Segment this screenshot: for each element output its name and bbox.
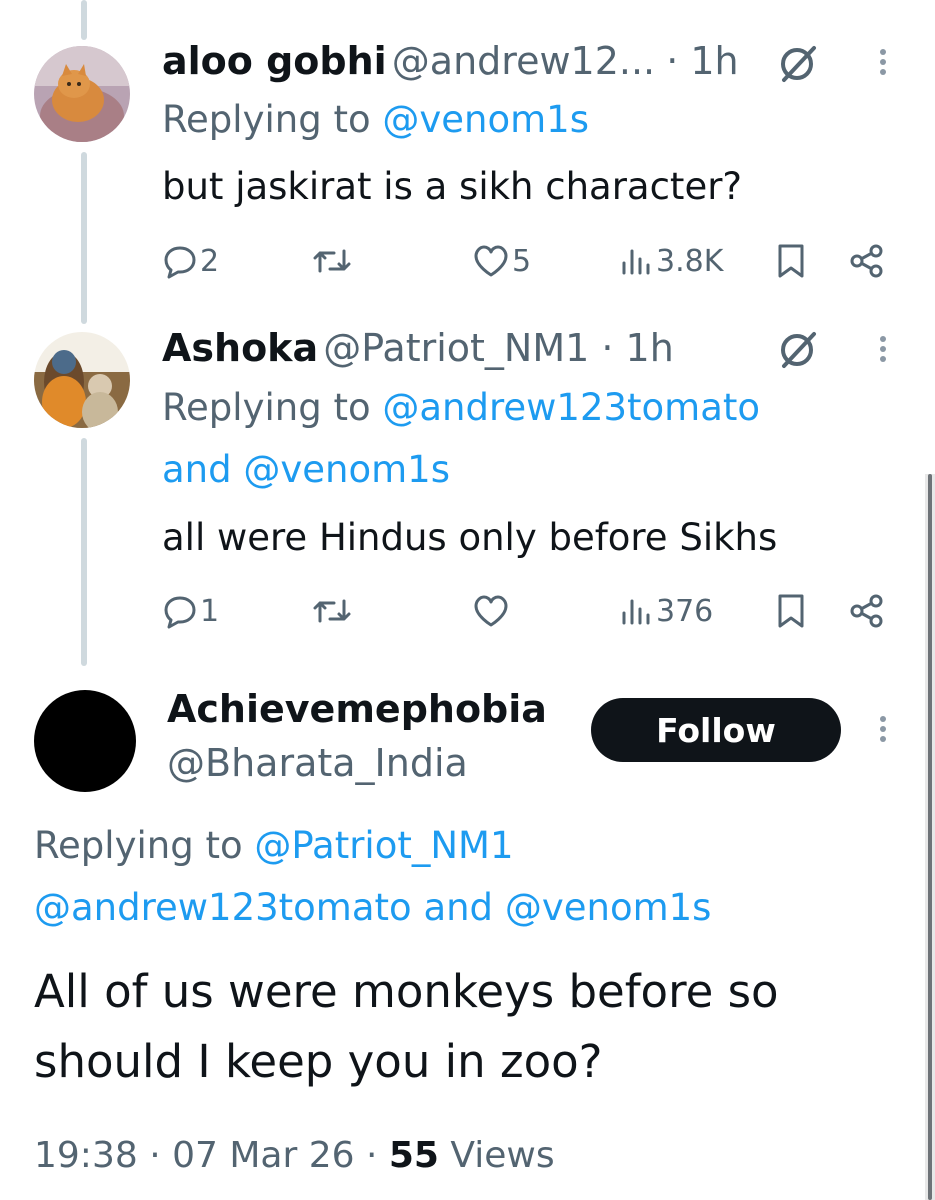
bookmark-icon <box>778 244 804 278</box>
replying-prefix: Replying to <box>162 386 371 429</box>
share-button[interactable] <box>848 586 886 636</box>
replying-to: Replying to @andrew123tomato <box>162 380 760 436</box>
replying-to-line2: and @venom1s <box>162 442 450 498</box>
views-count: 376 <box>656 593 714 629</box>
display-name[interactable]: aloo gobhi <box>162 39 387 83</box>
views-count[interactable]: 55 <box>389 1135 439 1176</box>
follow-button[interactable]: Follow <box>591 698 841 762</box>
more-icon[interactable] <box>876 332 890 372</box>
reply-header: aloo gobhi @andrew12... · 1h <box>162 38 739 92</box>
share-icon <box>850 244 883 278</box>
views-count: 3.8K <box>656 243 724 279</box>
tweet-text: all were Hindus only before Sikhs <box>162 516 778 559</box>
views-label: Views <box>450 1135 555 1176</box>
user-handle[interactable]: @Patriot_NM1 · 1h <box>323 326 674 370</box>
more-icon[interactable] <box>876 45 890 85</box>
like-count: 5 <box>512 243 532 279</box>
reply-count: 1 <box>200 593 220 629</box>
mention-link[interactable]: @andrew123tomato <box>382 386 760 429</box>
action-bar: 2 5 3.8K <box>162 236 892 286</box>
replying-and: and <box>423 886 494 929</box>
replying-to-line2: @andrew123tomato and @venom1s <box>34 880 711 936</box>
reply-icon <box>164 596 196 629</box>
mention-link[interactable]: @venom1s <box>243 448 450 491</box>
thread-line <box>81 152 87 324</box>
grok-icon[interactable] <box>776 328 820 372</box>
retweet-button[interactable] <box>312 236 352 286</box>
bookmark-button[interactable] <box>776 586 806 636</box>
reply-count: 2 <box>200 243 220 279</box>
like-button[interactable]: 5 <box>472 236 531 286</box>
user-handle[interactable]: @Bharata_India <box>167 740 468 786</box>
reply-button[interactable]: 1 <box>162 586 219 636</box>
replying-to: Replying to @venom1s <box>162 92 589 148</box>
mention-link[interactable]: @venom1s <box>505 886 712 929</box>
bookmark-button[interactable] <box>776 236 806 286</box>
like-icon <box>474 595 508 627</box>
display-name[interactable]: Achievemephobia <box>167 686 547 732</box>
tweet-text-line: should I keep you in zoo? <box>34 1035 603 1088</box>
tweet-meta: 19:38 · 07 Mar 26 · 55 Views <box>34 1130 555 1182</box>
tweet-timestamp[interactable]: 19:38 · 07 Mar 26 · <box>34 1135 377 1176</box>
scrollbar-thumb[interactable] <box>928 474 932 1200</box>
avatar[interactable] <box>34 332 130 428</box>
more-icon[interactable] <box>876 712 890 752</box>
views-icon <box>622 599 650 625</box>
replying-to: Replying to @Patriot_NM1 <box>34 818 513 874</box>
timestamp[interactable]: · 1h <box>666 39 738 83</box>
retweet-icon <box>313 249 351 273</box>
tweet-text-line: All of us were monkeys before so <box>34 965 779 1018</box>
action-bar: 1 376 <box>162 586 892 636</box>
views-button[interactable]: 376 <box>620 586 713 636</box>
replying-and: and <box>162 448 232 491</box>
replying-prefix: Replying to <box>34 824 243 867</box>
like-button[interactable] <box>472 586 512 636</box>
retweet-icon <box>313 599 351 623</box>
reply-header: Ashoka @Patriot_NM1 · 1h <box>162 325 674 379</box>
reply-icon <box>164 246 196 279</box>
views-icon <box>622 249 650 275</box>
replying-prefix: Replying to <box>162 98 371 141</box>
avatar[interactable] <box>34 690 136 792</box>
share-icon <box>850 594 883 628</box>
thread-line <box>81 438 87 666</box>
user-handle[interactable]: @andrew12... <box>392 39 655 83</box>
reply-button[interactable]: 2 <box>162 236 219 286</box>
tweet-text: but jaskirat is a sikh character? <box>162 165 743 208</box>
share-button[interactable] <box>848 236 886 286</box>
bookmark-icon <box>778 594 804 628</box>
scrollbar[interactable] <box>925 474 935 1200</box>
retweet-button[interactable] <box>312 586 352 636</box>
display-name[interactable]: Ashoka <box>162 326 318 370</box>
like-icon <box>474 245 508 277</box>
views-button[interactable]: 3.8K <box>620 236 723 286</box>
mention-link[interactable]: @venom1s <box>382 98 589 141</box>
grok-icon[interactable] <box>776 42 820 86</box>
avatar[interactable] <box>34 46 130 142</box>
mention-link[interactable]: @andrew123tomato <box>34 886 412 929</box>
mention-link[interactable]: @Patriot_NM1 <box>254 824 513 867</box>
thread-line <box>81 0 87 40</box>
